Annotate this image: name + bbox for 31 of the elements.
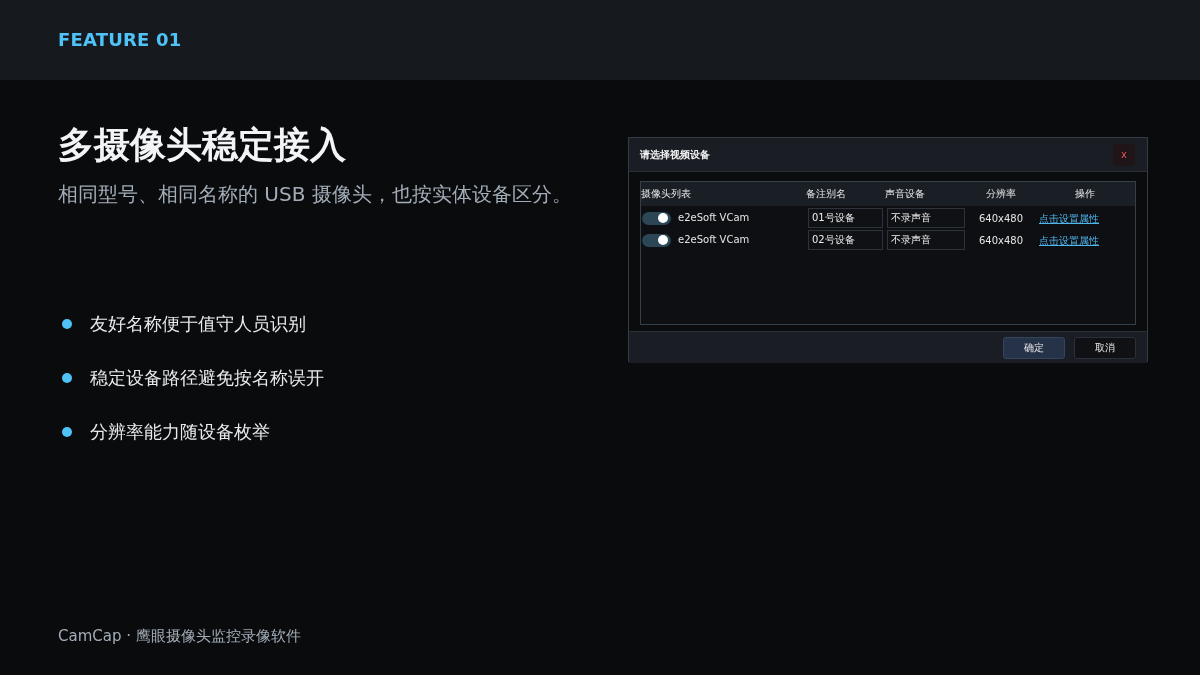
slide-title: 多摄像头稳定接入: [58, 123, 347, 167]
column-header: 摄像头列表: [641, 187, 692, 201]
alias-field[interactable]: 01号设备: [808, 208, 883, 228]
resolution-text: 640x480: [978, 235, 1024, 246]
property-link[interactable]: 点击设置属性: [1039, 213, 1099, 224]
toggle-switch[interactable]: [642, 211, 671, 225]
footer-text: CamCap · 鹰眼摄像头监控录像软件: [58, 627, 301, 645]
column-header: 备注别名: [806, 187, 847, 201]
audio-field[interactable]: 不录声音: [887, 230, 965, 250]
dialog-title: 请选择视频设备: [640, 147, 710, 162]
property-link[interactable]: 点击设置属性: [1039, 235, 1099, 246]
feature-label: FEATURE 01: [58, 28, 182, 52]
column-header: 分辨率: [985, 187, 1017, 201]
camera-name: e2eSoft VCam: [678, 233, 750, 247]
dialog-button[interactable]: 取消: [1074, 336, 1136, 359]
close-button[interactable]: x: [1113, 143, 1135, 166]
bullet-dot-icon: [62, 373, 72, 383]
alias-field[interactable]: 02号设备: [808, 230, 883, 250]
bullet-dot-icon: [62, 319, 72, 329]
dialog-button[interactable]: 确定: [1003, 336, 1065, 359]
toggle-switch[interactable]: [642, 233, 671, 247]
audio-field[interactable]: 不录声音: [887, 208, 965, 228]
bullet-text: 友好名称便于值守人员识别: [90, 312, 306, 336]
column-header: 声音设备: [885, 187, 926, 201]
bullet-text: 分辨率能力随设备枚举: [90, 420, 270, 444]
slide-subtitle: 相同型号、相同名称的 USB 摄像头，也按实体设备区分。: [58, 181, 573, 208]
bullet-dot-icon: [62, 427, 72, 437]
column-header: 操作: [1074, 187, 1096, 201]
resolution-text: 640x480: [978, 213, 1024, 224]
bullet-text: 稳定设备路径避免按名称误开: [90, 366, 324, 390]
camera-name: e2eSoft VCam: [678, 211, 750, 225]
